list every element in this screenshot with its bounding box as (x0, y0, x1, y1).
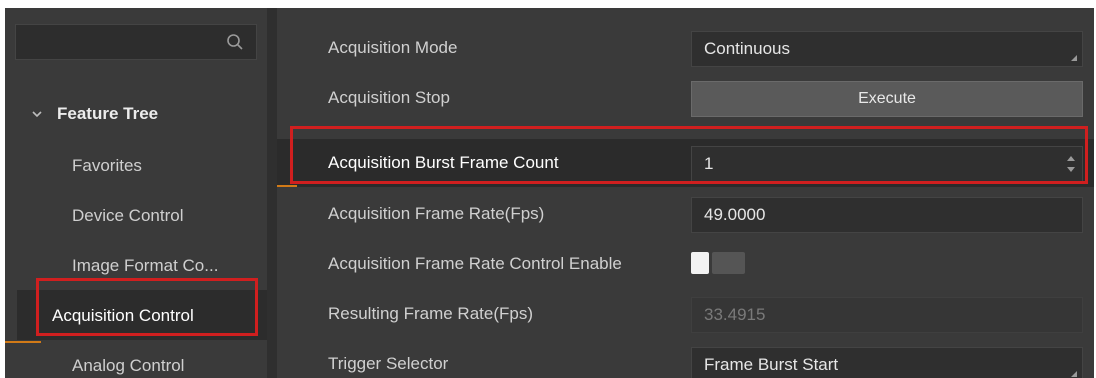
toggle-knob (691, 252, 709, 274)
highlight-box-acquisition-control (36, 278, 258, 336)
tree-item-favorites[interactable]: Favorites (5, 142, 267, 190)
dropdown-value: Continuous (704, 39, 791, 58)
frame-rate-input[interactable]: 49.0000 (691, 197, 1083, 233)
search-input[interactable] (16, 25, 226, 61)
property-name: Resulting Frame Rate(Fps) (328, 304, 534, 323)
trigger-selector-dropdown[interactable]: Frame Burst Start (691, 347, 1083, 378)
highlight-box-burst-frame-count (290, 126, 1088, 184)
chevron-down-icon[interactable] (31, 108, 43, 120)
resulting-frame-rate-field: 33.4915 (691, 297, 1083, 333)
dropdown-value: Frame Burst Start (704, 355, 839, 374)
properties-panel: Acquisition Mode Continuous Acquisition … (277, 8, 1094, 378)
property-name: Acquisition Frame Rate Control Enable (328, 254, 622, 273)
selected-row-marker (277, 185, 297, 187)
search-icon[interactable] (226, 33, 244, 51)
dropdown-corner-icon (1071, 55, 1077, 61)
tree-item-device-control[interactable]: Device Control (5, 192, 267, 240)
property-name: Acquisition Frame Rate(Fps) (328, 204, 545, 223)
property-name: Trigger Selector (328, 354, 449, 373)
toggle-track (712, 252, 745, 274)
property-row-frame-rate[interactable]: Acquisition Frame Rate(Fps) 49.0000 (277, 190, 1094, 238)
feature-tree-header[interactable]: Feature Tree (5, 94, 267, 134)
sidebar-divider[interactable] (267, 8, 277, 378)
tree-item-label: Favorites (72, 156, 142, 175)
tree-item-analog-control[interactable]: Analog Control (5, 342, 267, 378)
tree-item-label: Analog Control (72, 356, 185, 375)
tree-item-label: Device Control (72, 206, 184, 225)
dropdown-corner-icon (1071, 371, 1077, 377)
property-name: Acquisition Mode (328, 38, 458, 57)
feature-tree-label: Feature Tree (57, 104, 159, 123)
property-name: Acquisition Stop (328, 88, 450, 107)
property-row-trigger-selector[interactable]: Trigger Selector Frame Burst Start (277, 340, 1094, 378)
property-row-acquisition-stop[interactable]: Acquisition Stop Execute (277, 74, 1094, 122)
frame-rate-control-toggle[interactable] (691, 252, 745, 274)
property-row-resulting-frame-rate[interactable]: Resulting Frame Rate(Fps) 33.4915 (277, 290, 1094, 338)
property-row-acquisition-mode[interactable]: Acquisition Mode Continuous (277, 24, 1094, 72)
execute-button[interactable]: Execute (691, 81, 1083, 117)
tree-item-label: Image Format Co... (72, 256, 219, 275)
property-row-frame-rate-control-enable[interactable]: Acquisition Frame Rate Control Enable (277, 240, 1094, 288)
acquisition-mode-dropdown[interactable]: Continuous (691, 31, 1083, 67)
search-box[interactable] (15, 24, 257, 61)
